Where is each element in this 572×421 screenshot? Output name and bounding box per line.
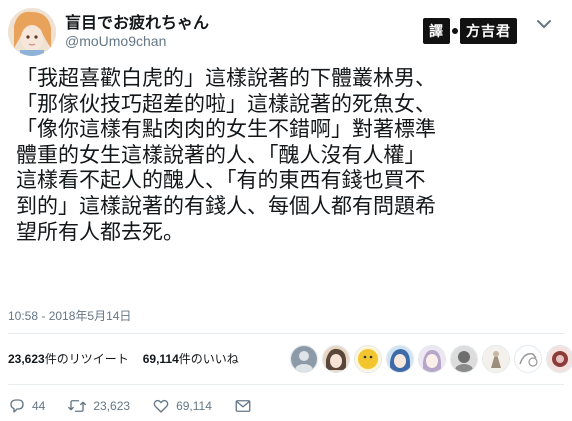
like-button[interactable]: 69,114 — [152, 397, 212, 415]
divider — [8, 384, 564, 385]
chevron-down-icon[interactable] — [532, 12, 556, 36]
retweet-stat[interactable]: 23,623件のリツイート — [8, 350, 129, 367]
tweet-line: 「我超喜歡白虎的」這樣說著的下體叢林男、 — [16, 66, 436, 90]
liker-avatar[interactable] — [546, 345, 572, 373]
liker-avatar[interactable] — [418, 345, 446, 373]
retweet-icon — [67, 397, 87, 415]
like-count: 69,114 — [176, 399, 212, 413]
message-icon — [234, 397, 252, 415]
reply-button[interactable]: 44 — [8, 397, 45, 415]
author-display-name[interactable]: 盲目でお疲れちゃん — [65, 9, 209, 33]
translator-watermark: 譯 方吉君 — [423, 18, 517, 44]
liker-avatar[interactable] — [322, 345, 350, 373]
liker-avatar[interactable] — [354, 345, 382, 373]
liker-avatar[interactable] — [482, 345, 510, 373]
watermark-left: 譯 — [423, 18, 450, 44]
tweet-body: 「我超喜歡白虎的」這樣說著的下體叢林男、 「那傢伙技巧超差的啦」這樣說著的死魚女… — [16, 66, 566, 245]
retweet-button[interactable]: 23,623 — [67, 397, 130, 415]
like-stat-count: 69,114 — [142, 352, 179, 366]
tweet-actions: 44 23,623 69,114 — [8, 397, 274, 415]
retweet-stat-count: 23,623 — [8, 352, 45, 366]
author-handle[interactable]: @moUmo9chan — [65, 33, 166, 49]
engagement-stats: 23,623件のリツイート 69,114件のいいね — [8, 350, 239, 367]
reply-icon — [8, 397, 26, 415]
watermark-right: 方吉君 — [460, 18, 517, 44]
retweet-count: 23,623 — [93, 399, 131, 413]
liker-avatar[interactable] — [290, 345, 318, 373]
tweet-line: 到的」這樣說著的有錢人、每個人都有問題希 — [16, 193, 436, 218]
liker-avatar[interactable] — [386, 345, 414, 373]
like-stat-label: 件のいいね — [178, 352, 239, 366]
author-avatar[interactable] — [8, 8, 56, 56]
liker-avatars — [290, 345, 572, 373]
tweet-line: 體重的女生這樣說著的人、「醜人沒有人權」 — [16, 142, 426, 167]
message-button[interactable] — [234, 397, 252, 415]
liker-avatar[interactable] — [450, 345, 478, 373]
tweet-line: 「那傢伙技巧超差的啦」這樣說著的死魚女、 — [16, 91, 436, 116]
divider — [8, 333, 564, 334]
reply-count: 44 — [32, 399, 46, 413]
tweet-line: 望所有人都去死。 — [16, 219, 184, 244]
watermark-dot — [452, 28, 458, 34]
retweet-stat-label: 件のリツイート — [44, 352, 129, 366]
tweet-timestamp[interactable]: 10:58 - 2018年5月14日 — [8, 307, 131, 324]
tweet-line: 「像你這樣有點肉肉的女生不錯啊」對著標準 — [16, 117, 436, 142]
tweet-line: 這樣看不起人的醜人、「有的東西有錢也買不 — [16, 168, 426, 193]
liker-avatar[interactable] — [514, 345, 542, 373]
like-icon — [152, 397, 170, 415]
like-stat[interactable]: 69,114件のいいね — [143, 350, 239, 367]
